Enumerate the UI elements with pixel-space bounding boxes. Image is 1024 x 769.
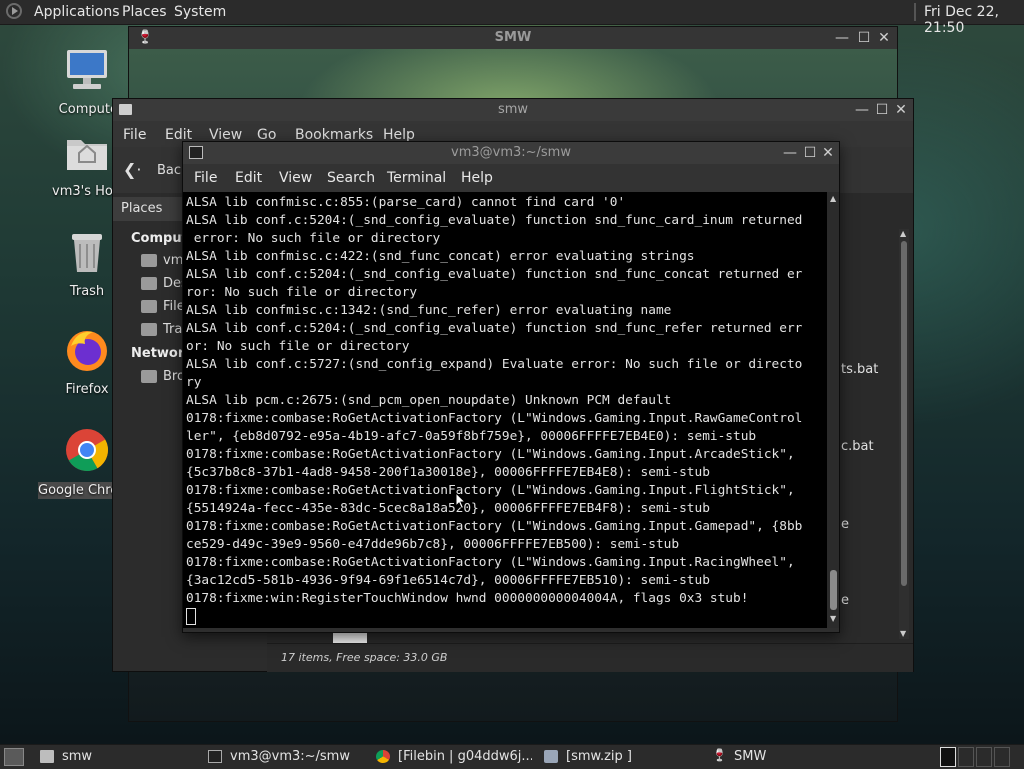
workspace-3[interactable]	[976, 747, 992, 767]
show-desktop-button[interactable]	[4, 748, 24, 766]
trash-icon	[72, 234, 102, 272]
home-icon	[141, 254, 157, 267]
menu-terminal[interactable]: Terminal	[387, 170, 446, 186]
file-item[interactable]: ts.bat	[841, 362, 878, 377]
terminal-cursor	[186, 608, 196, 625]
menu-file[interactable]: File	[194, 170, 217, 186]
drive-icon	[141, 300, 157, 313]
maximize-button[interactable]: ☐	[857, 31, 871, 45]
terminal-screen[interactable]: ALSA lib confmisc.c:855:(parse_card) can…	[183, 192, 827, 628]
taskbar-item-chrome[interactable]: [Filebin | g04ddw6j...	[376, 747, 532, 767]
workspace-4[interactable]	[994, 747, 1010, 767]
menu-help[interactable]: Help	[461, 170, 493, 186]
status-bar: 17 items, Free space: 33.0 GB	[267, 643, 913, 672]
taskbar-item-smw-wine[interactable]: 🍷 SMW	[712, 747, 868, 767]
workspace-2[interactable]	[958, 747, 974, 767]
scroll-down-icon[interactable]: ▼	[830, 614, 836, 623]
minimize-button[interactable]: —	[855, 103, 869, 117]
archive-icon	[544, 750, 558, 763]
top-panel: Applications Places System Fri Dec 22, 2…	[0, 0, 1024, 36]
applications-menu[interactable]: Applications	[34, 4, 120, 20]
back-arrow-icon[interactable]: ❮·	[123, 160, 142, 179]
home-folder-icon	[67, 140, 107, 170]
taskbar-label: [smw.zip ]	[566, 749, 632, 764]
chrome-icon	[376, 750, 390, 763]
taskbar-label: vm3@vm3:~/smw	[230, 749, 350, 764]
chrome-icon	[66, 429, 109, 472]
taskbar-item-archive[interactable]: [smw.zip ]	[544, 747, 700, 767]
file-item[interactable]: e	[841, 517, 849, 532]
minimize-button[interactable]: —	[835, 31, 849, 45]
taskbar-item-smw[interactable]: smw	[40, 747, 190, 767]
window-title: SMW	[494, 30, 532, 45]
desktop-label: Google Chrome	[38, 482, 114, 499]
terminal-scrollbar[interactable]: ▲ ▼	[827, 192, 839, 628]
file-item[interactable]: e	[841, 593, 849, 608]
menu-view[interactable]: View	[279, 170, 312, 186]
window-title: smw	[497, 102, 529, 117]
taskbar-label: SMW	[734, 749, 767, 764]
maximize-button[interactable]: ☐	[875, 103, 889, 117]
trash-icon	[141, 323, 157, 336]
close-button[interactable]: ✕	[894, 103, 908, 117]
terminal-icon	[208, 750, 222, 763]
taskbar-item-terminal[interactable]: vm3@vm3:~/smw	[208, 747, 366, 767]
system-menu[interactable]: System	[174, 4, 226, 20]
close-button[interactable]: ✕	[877, 31, 891, 45]
status-text: 17 items, Free space: 33.0 GB	[281, 651, 448, 664]
menu-file[interactable]: File	[123, 127, 146, 143]
menu-edit[interactable]: Edit	[235, 170, 262, 186]
terminal-output[interactable]: ALSA lib confmisc.c:855:(parse_card) can…	[183, 192, 827, 628]
clock[interactable]: Fri Dec 22, 21:50	[924, 4, 1024, 36]
taskbar-label: [Filebin | g04ddw6j...	[398, 749, 532, 764]
scroll-up-icon[interactable]: ▲	[830, 194, 836, 203]
window-title: vm3@vm3:~/smw	[451, 145, 571, 160]
menu-bar: File Edit View Search Terminal Help	[183, 164, 839, 192]
panel-separator	[914, 3, 916, 21]
scrollbar-thumb[interactable]	[830, 570, 837, 610]
folder-icon	[40, 750, 54, 763]
scrollbar-thumb[interactable]	[901, 241, 907, 586]
network-icon	[141, 370, 157, 383]
scrollbar[interactable]: ▲ ▼	[899, 229, 909, 639]
bottom-panel: smw vm3@vm3:~/smw [Filebin | g04ddw6j...…	[0, 744, 1024, 769]
minimize-button[interactable]: —	[783, 146, 797, 160]
file-item[interactable]: c.bat	[841, 439, 874, 454]
workspace-1[interactable]	[940, 747, 956, 767]
places-menu[interactable]: Places	[122, 4, 167, 20]
taskbar-label: smw	[62, 749, 93, 764]
wine-icon: 🍷	[712, 748, 727, 762]
scroll-up-icon[interactable]: ▲	[900, 229, 906, 238]
firefox-icon	[67, 331, 107, 371]
menu-search[interactable]: Search	[327, 170, 375, 186]
applications-menu-icon[interactable]	[6, 3, 22, 19]
terminal-window[interactable]: vm3@vm3:~/smw — ☐ ✕ File Edit View Searc…	[182, 141, 840, 633]
places-label: Places	[121, 201, 163, 216]
scroll-down-icon[interactable]: ▼	[900, 629, 906, 638]
maximize-button[interactable]: ☐	[803, 146, 817, 160]
close-button[interactable]: ✕	[821, 146, 835, 160]
desktop-icon	[141, 277, 157, 290]
mouse-pointer-icon	[455, 492, 467, 510]
computer-icon	[67, 50, 107, 89]
